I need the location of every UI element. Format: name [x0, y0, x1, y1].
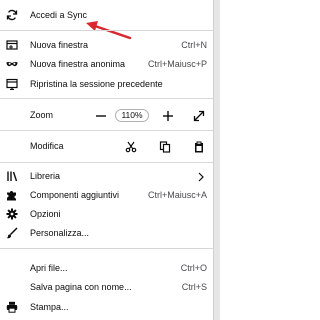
separator	[0, 98, 213, 99]
menu-item-save-page[interactable]: Salva pagina con nome... Ctrl+S	[0, 278, 213, 296]
menu-item-label: Componenti aggiuntivi	[30, 190, 120, 200]
zoom-level-button[interactable]: 110%	[115, 109, 149, 122]
menu-item-label: Nuova finestra	[30, 40, 89, 50]
menu-item-library[interactable]: Libreria	[0, 167, 213, 185]
private-mask-icon	[6, 58, 18, 70]
shortcut-label: Ctrl+O	[180, 263, 207, 273]
sync-icon	[6, 9, 18, 21]
scissors-icon[interactable]	[124, 140, 138, 153]
menu-item-customize[interactable]: Personalizza...	[0, 224, 213, 242]
menu-item-label: Stampa...	[30, 302, 69, 312]
app-menu-panel: Accedi a Sync Nuova finestra Ctrl+N Nuov…	[0, 0, 213, 320]
paste-icon[interactable]	[192, 140, 206, 153]
separator	[0, 130, 213, 131]
shortcut-label: Ctrl+S	[181, 282, 207, 292]
library-icon	[6, 170, 18, 182]
chevron-right-icon	[194, 170, 208, 183]
restore-session-icon	[6, 78, 18, 90]
minus-icon[interactable]	[94, 109, 108, 122]
puzzle-icon	[6, 189, 18, 201]
menu-item-restore-session[interactable]: Ripristina la sessione precedente	[0, 75, 213, 93]
paintbrush-icon	[6, 227, 18, 239]
menu-item-label: Nuova finestra anonima	[30, 59, 126, 69]
edit-label: Modifica	[30, 141, 64, 151]
menu-item-print[interactable]: Stampa...	[0, 298, 213, 316]
menu-item-label: Accedi a Sync	[30, 10, 88, 20]
plus-icon[interactable]	[161, 109, 175, 122]
separator	[0, 162, 213, 163]
shortcut-label: Ctrl+Maiusc+P	[147, 59, 207, 69]
menu-item-label: Salva pagina con nome...	[30, 282, 132, 292]
menu-item-new-window[interactable]: Nuova finestra Ctrl+N	[0, 36, 213, 54]
menu-item-private-window[interactable]: Nuova finestra anonima Ctrl+Maiusc+P	[0, 55, 213, 73]
edit-controls: Modifica	[0, 137, 213, 155]
menu-item-addons[interactable]: Componenti aggiuntivi Ctrl+Maiusc+A	[0, 186, 213, 204]
zoom-controls: Zoom 110%	[0, 106, 213, 124]
menu-item-label: Opzioni	[30, 209, 61, 219]
shortcut-label: Ctrl+Maiusc+A	[147, 190, 207, 200]
print-icon	[6, 301, 18, 313]
menu-item-options[interactable]: Opzioni	[0, 205, 213, 223]
menu-item-label: Personalizza...	[30, 228, 90, 238]
separator	[0, 30, 213, 31]
new-window-icon	[6, 39, 18, 51]
menu-item-open-file[interactable]: Apri file... Ctrl+O	[0, 259, 213, 277]
gear-icon	[6, 208, 18, 220]
fullscreen-icon[interactable]	[192, 109, 206, 122]
zoom-label: Zoom	[30, 110, 54, 120]
separator	[0, 248, 213, 249]
menu-item-label: Libreria	[30, 171, 61, 181]
copy-icon[interactable]	[158, 140, 172, 153]
shortcut-label: Ctrl+N	[181, 40, 207, 50]
menu-item-label: Apri file...	[30, 263, 68, 273]
menu-item-label: Ripristina la sessione precedente	[30, 79, 163, 89]
scrollbar[interactable]	[213, 0, 220, 320]
